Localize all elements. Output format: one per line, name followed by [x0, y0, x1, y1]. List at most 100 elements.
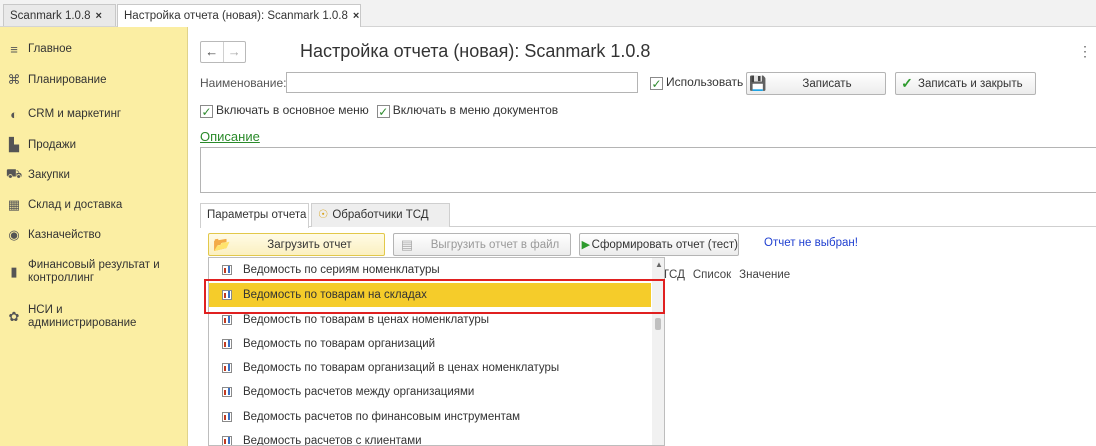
- sidebar-item-label: Планирование: [28, 73, 107, 86]
- checkbox-icon: ✓: [650, 77, 663, 91]
- nav-buttons: ← →: [200, 41, 246, 63]
- menu-icon: ≡: [10, 41, 18, 57]
- play-icon: ▶: [581, 239, 591, 251]
- check-icon: ✓: [901, 75, 913, 91]
- list-item[interactable]: Ведомость расчетов по финансовым инструм…: [209, 405, 651, 429]
- sales-icon: ▙: [9, 137, 19, 152]
- table-header: ТСД Список Значение: [662, 264, 798, 287]
- export-report-button[interactable]: ▤ Выгрузить отчет в файл: [393, 233, 571, 256]
- sidebar-item-label: Склад и доставка: [28, 198, 123, 211]
- scrollbar-thumb[interactable]: [655, 318, 661, 330]
- treasury-icon: ◉: [8, 227, 20, 242]
- list-item-label: Ведомость по сериям номенклатуры: [243, 264, 440, 276]
- tab-tsd-handlers[interactable]: ☉ Обработчики ТСД: [311, 203, 450, 227]
- name-label: Наименование:: [200, 76, 287, 90]
- window-tab-label: Scanmark 1.0.8: [10, 10, 91, 22]
- cart-icon: ⛟: [5, 166, 23, 181]
- run-label: Сформировать отчет (тест): [591, 238, 738, 251]
- column-list[interactable]: Список: [693, 269, 731, 281]
- main-menu-checkbox[interactable]: ✓ Включать в основное меню: [200, 103, 369, 119]
- load-report-button[interactable]: 📂 Загрузить отчет: [208, 233, 385, 256]
- run-report-button[interactable]: ▶ Сформировать отчет (тест): [579, 233, 739, 256]
- window-tab-report-settings[interactable]: Настройка отчета (новая): Scanmark 1.0.8…: [117, 4, 361, 27]
- window-tab-label: Настройка отчета (новая): Scanmark 1.0.8: [124, 10, 348, 22]
- list-item-label: Ведомость расчетов по финансовым инструм…: [243, 411, 521, 423]
- scroll-up-icon[interactable]: ▲: [655, 260, 663, 269]
- save-close-label: Записать и закрыть: [918, 77, 1023, 90]
- checkbox-icon: ✓: [376, 105, 390, 119]
- column-tsd[interactable]: ТСД: [662, 269, 685, 281]
- gear-icon: ✿: [8, 309, 20, 324]
- planning-icon: ⌘: [7, 72, 21, 87]
- sidebar-item-planning[interactable]: ⌘ Планирование: [0, 72, 188, 88]
- sidebar-item-sales[interactable]: ▙ Продажи: [0, 137, 188, 153]
- forward-arrow-icon[interactable]: →: [222, 42, 246, 62]
- tab-report-params[interactable]: Параметры отчета: [200, 203, 309, 228]
- sidebar-item-label: Главное: [28, 42, 72, 55]
- report-icon: [222, 265, 232, 275]
- floppy-icon: 💾: [749, 75, 767, 91]
- back-arrow-icon[interactable]: ←: [201, 42, 223, 62]
- window-tab-scanmark[interactable]: Scanmark 1.0.8 ×: [3, 4, 116, 26]
- description-field[interactable]: [200, 147, 1096, 193]
- export-label: Выгрузить отчет в файл: [430, 238, 560, 251]
- doc-menu-label: Включать в меню документов: [392, 103, 559, 117]
- sidebar-item-treasury[interactable]: ◉ Казначейство: [0, 227, 188, 243]
- report-icon: [222, 363, 232, 373]
- doc-menu-checkbox[interactable]: ✓ Включать в меню документов: [376, 103, 559, 119]
- crm-icon: ◐: [10, 106, 18, 122]
- close-icon[interactable]: ×: [96, 10, 102, 22]
- list-item[interactable]: Ведомость по товарам организаций: [209, 332, 651, 356]
- sidebar-item-warehouse[interactable]: ▦ Склад и доставка: [0, 197, 188, 213]
- list-item-label: Ведомость расчетов между организациями: [243, 386, 475, 398]
- main-area: ← → Настройка отчета (новая): Scanmark 1…: [188, 27, 1096, 446]
- sidebar-item-label: Закупки: [28, 168, 70, 181]
- list-item[interactable]: Ведомость расчетов между организациями: [209, 380, 651, 404]
- load-label: Загрузить отчет: [267, 238, 352, 251]
- sidebar-item-label: Казначейство: [28, 228, 101, 241]
- column-value[interactable]: Значение: [739, 269, 790, 281]
- window-tab-bar: Scanmark 1.0.8 × Настройка отчета (новая)…: [0, 0, 1096, 27]
- list-item[interactable]: Ведомость расчетов с клиентами: [209, 429, 651, 446]
- tab-label: Параметры отчета: [207, 209, 307, 221]
- sidebar-item-label: НСИ и администрирование: [28, 304, 137, 329]
- sidebar-item-label: Продажи: [28, 138, 77, 151]
- report-icon: [222, 387, 232, 397]
- more-icon[interactable]: ⋮: [1078, 43, 1092, 60]
- list-item-label: Ведомость по товарам организаций в ценах…: [243, 362, 560, 374]
- tab-label: Обработчики ТСД: [332, 209, 429, 221]
- use-label: Использовать: [666, 75, 744, 89]
- list-item-label: Ведомость по товарам организаций: [243, 338, 436, 350]
- sidebar-item-crm[interactable]: ◐ CRM и маркетинг: [0, 106, 188, 122]
- list-item[interactable]: Ведомость по товарам организаций в ценах…: [209, 356, 651, 380]
- save-button[interactable]: 💾 Записать: [746, 72, 886, 95]
- sidebar-item-label: CRM и маркетинг: [28, 107, 122, 120]
- save-label: Записать: [802, 77, 852, 90]
- sidebar-item-finance[interactable]: ▮ Финансовый результат и контроллинг: [0, 257, 188, 287]
- sidebar: ≡ Главное ⌘ Планирование ◐ CRM и маркетинг …: [0, 27, 188, 446]
- name-input[interactable]: [286, 72, 638, 93]
- report-icon: [222, 436, 232, 445]
- sidebar-item-purchases[interactable]: ⛟ Закупки: [0, 166, 188, 183]
- report-icon: [222, 315, 232, 325]
- warehouse-icon: ▦: [7, 197, 21, 212]
- list-item-label: Ведомость расчетов с клиентами: [243, 435, 422, 446]
- close-icon[interactable]: ×: [353, 10, 359, 22]
- page-title: Настройка отчета (новая): Scanmark 1.0.8: [300, 41, 651, 61]
- description-link[interactable]: Описание: [200, 129, 260, 144]
- save-and-close-button[interactable]: ✓ Записать и закрыть: [895, 72, 1036, 95]
- report-icon: [222, 339, 232, 349]
- sidebar-item-main[interactable]: ≡ Главное: [0, 41, 188, 57]
- sidebar-item-admin[interactable]: ✿ НСИ и администрирование: [0, 302, 188, 332]
- menu-options: ✓ Включать в основное меню ✓ Включать в мен…: [200, 103, 558, 118]
- sidebar-item-label: Финансовый результат и контроллинг: [28, 259, 160, 284]
- chart-icon: ▮: [10, 264, 18, 279]
- list-item-label: Ведомость по товарам в ценах номенклатур…: [243, 314, 489, 326]
- report-status: Отчет не выбран!: [764, 237, 858, 249]
- handler-icon: ☉: [318, 209, 329, 221]
- highlight-box: [204, 279, 665, 314]
- main-menu-label: Включать в основное меню: [216, 103, 369, 117]
- floppy-icon: ▤: [400, 236, 414, 252]
- use-checkbox[interactable]: ✓ Использовать: [650, 75, 743, 90]
- checkbox-icon: ✓: [200, 105, 213, 119]
